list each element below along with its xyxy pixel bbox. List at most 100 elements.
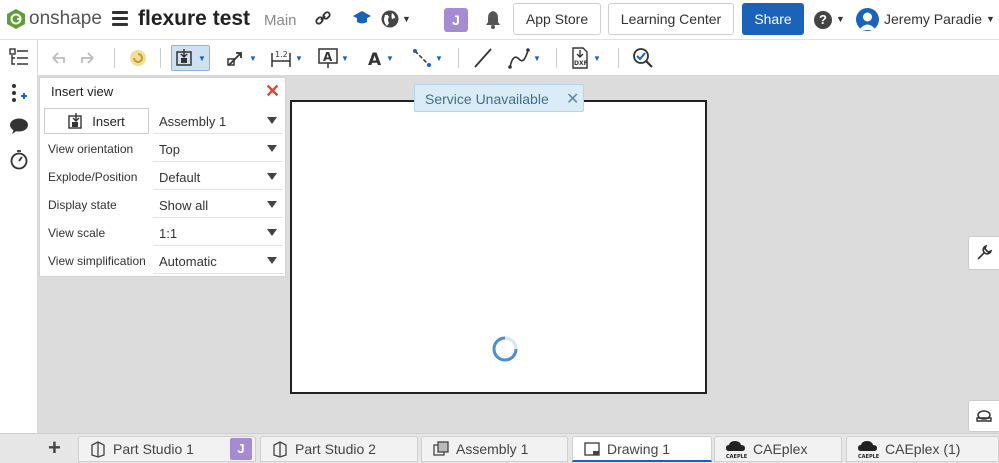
- display-state-select[interactable]: Show all: [153, 192, 283, 218]
- check-icon[interactable]: [632, 45, 654, 71]
- view-orientation-label: View orientation: [48, 142, 134, 156]
- service-unavailable-banner: Service Unavailable ✕: [414, 84, 584, 112]
- undo-icon[interactable]: [50, 45, 66, 71]
- tab-assembly-1[interactable]: Assembly 1: [421, 436, 568, 462]
- comment-icon[interactable]: [9, 117, 29, 135]
- centerline-icon: [413, 49, 431, 67]
- avatar[interactable]: [856, 8, 879, 31]
- redo-icon[interactable]: [80, 45, 96, 71]
- view-orientation-select[interactable]: Top: [153, 136, 283, 162]
- tab-label: Part Studio 2: [295, 441, 376, 457]
- view-scale-label: View scale: [48, 226, 106, 240]
- tab-caeplex[interactable]: CAEPLEX CAEplex: [714, 436, 842, 462]
- tab-caeplex-1[interactable]: CAEPLEX CAEplex (1): [846, 436, 999, 462]
- tab-label: Assembly 1: [456, 441, 529, 457]
- banner-text: Service Unavailable: [425, 91, 549, 107]
- spline-button[interactable]: ▼: [508, 45, 541, 71]
- timer-icon[interactable]: [9, 150, 29, 170]
- export-dxf-button[interactable]: DXF ▼: [570, 45, 601, 71]
- spline-icon: [508, 48, 530, 69]
- chevron-down-icon[interactable]: ▼: [836, 14, 845, 24]
- chevron-down-icon: [267, 257, 277, 264]
- properties-panel-button[interactable]: [968, 236, 999, 270]
- menu-icon[interactable]: [112, 11, 128, 26]
- configurations-button[interactable]: [968, 400, 999, 432]
- explode-position-row: Explode/Position Default: [40, 163, 285, 191]
- onshape-logo-icon[interactable]: [6, 8, 26, 30]
- display-state-label: Display state: [48, 198, 117, 212]
- feature-list-icon[interactable]: [9, 47, 29, 67]
- document-title[interactable]: flexure test: [138, 7, 250, 31]
- chevron-down-icon: [267, 117, 277, 124]
- chevron-down-icon[interactable]: ▼: [986, 14, 995, 24]
- chevron-down-icon[interactable]: ▼: [402, 14, 411, 24]
- learning-center-button[interactable]: Learning Center: [608, 3, 734, 35]
- chevron-down-icon[interactable]: ▼: [533, 54, 541, 63]
- insert-view-panel: Insert view ✕ Insert Assembly 1 View ori…: [39, 77, 286, 277]
- chevron-down-icon[interactable]: ▼: [341, 54, 349, 63]
- chevron-down-icon: [267, 201, 277, 208]
- insert-icon[interactable]: [9, 83, 29, 103]
- part-studio-icon: [273, 441, 287, 458]
- source-select[interactable]: Assembly 1: [153, 108, 283, 134]
- projected-view-icon: [227, 52, 242, 66]
- view-orientation-row: View orientation Top: [40, 135, 285, 163]
- learning-cap-icon[interactable]: [352, 10, 372, 26]
- share-button[interactable]: Share: [742, 3, 804, 35]
- insert-view-button[interactable]: ▼: [171, 45, 210, 71]
- chevron-down-icon[interactable]: ▼: [295, 54, 303, 63]
- explode-position-select[interactable]: Default: [153, 164, 283, 190]
- chevron-down-icon: [267, 145, 277, 152]
- text-icon: A: [368, 50, 382, 68]
- close-icon[interactable]: ✕: [265, 81, 280, 102]
- branch-name[interactable]: Main: [264, 12, 297, 29]
- assembly-icon: [433, 441, 449, 456]
- chevron-down-icon[interactable]: ▼: [435, 54, 443, 63]
- svg-text:CAEPLEX: CAEPLEX: [858, 454, 879, 459]
- help-icon[interactable]: ?: [814, 11, 832, 29]
- user-badge[interactable]: J: [444, 8, 468, 32]
- view-simplification-select[interactable]: Automatic: [153, 248, 283, 274]
- chevron-down-icon[interactable]: ▼: [593, 54, 601, 63]
- tab-label: Drawing 1: [607, 440, 671, 457]
- user-name[interactable]: Jeremy Paradie: [884, 11, 982, 27]
- projected-view-button[interactable]: ▼: [226, 45, 257, 71]
- source-value: Assembly 1: [159, 114, 227, 129]
- insert-view-icon: [176, 49, 192, 66]
- chevron-down-icon[interactable]: ▼: [386, 54, 394, 63]
- svg-text:A: A: [323, 50, 333, 64]
- svg-text:CAEPLEX: CAEPLEX: [726, 454, 747, 459]
- chevron-down-icon[interactable]: ▼: [198, 54, 206, 63]
- drawing-icon: [584, 441, 600, 456]
- display-state-value: Show all: [159, 198, 209, 213]
- view-scale-value: 1:1: [159, 226, 178, 241]
- left-rail: [0, 40, 38, 463]
- chevron-down-icon[interactable]: ▼: [249, 54, 257, 63]
- tab-bar: + Part Studio 1 J Part Studio 2 Assembly…: [0, 433, 999, 463]
- view-scale-row: View scale 1:1: [40, 219, 285, 247]
- part-studio-icon: [91, 441, 105, 458]
- link-icon[interactable]: [314, 9, 332, 27]
- tab-label: CAEplex (1): [885, 441, 961, 457]
- tab-drawing-1[interactable]: Drawing 1: [572, 436, 712, 462]
- app-store-button[interactable]: App Store: [513, 3, 601, 35]
- text-button[interactable]: A ▼: [367, 45, 394, 71]
- annotation-button[interactable]: A ▼: [318, 45, 349, 71]
- update-icon[interactable]: [128, 45, 148, 71]
- notification-bell-icon[interactable]: [484, 10, 502, 29]
- centerline-button[interactable]: ▼: [412, 45, 443, 71]
- globe-icon[interactable]: [380, 9, 400, 29]
- panel-title: Insert view: [51, 84, 114, 99]
- close-icon[interactable]: ✕: [566, 89, 579, 109]
- drawing-toolbar: ▼ ▼ 1.2 ▼ A ▼ A ▼ ▼ ▼ DXF ▼: [38, 40, 999, 76]
- explode-position-value: Default: [159, 170, 201, 185]
- wrench-icon: [977, 244, 993, 260]
- drawing-sheet[interactable]: [290, 100, 707, 394]
- dxf-icon: DXF: [572, 47, 588, 69]
- dimension-button[interactable]: 1.2 ▼: [270, 45, 303, 71]
- tab-part-studio-2[interactable]: Part Studio 2: [260, 436, 418, 462]
- chevron-down-icon: [267, 173, 277, 180]
- line-icon[interactable]: [472, 45, 494, 71]
- add-tab-button[interactable]: +: [48, 435, 61, 461]
- view-scale-select[interactable]: 1:1: [153, 220, 283, 246]
